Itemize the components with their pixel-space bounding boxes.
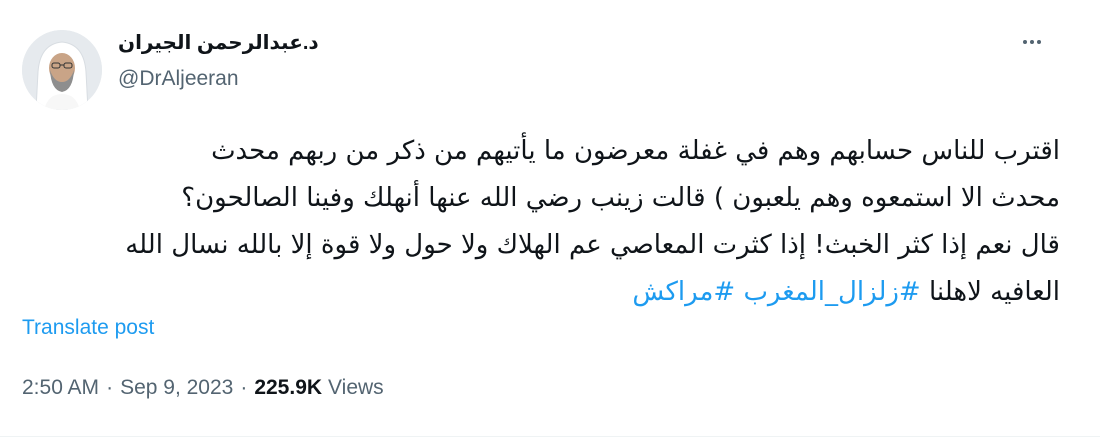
more-dot [1023, 40, 1027, 44]
author-handle[interactable]: @DrAljeeran [118, 67, 239, 91]
post-text: اقترب للناس حسابهم وهم في غفلة معرضون ما… [60, 128, 1060, 316]
post-text-line-with-hashtags: العافيه لاهلنا #زلزال_المغرب #مراكش [60, 269, 1060, 316]
hashtag-link[interactable]: #مراكش [632, 277, 735, 307]
divider [0, 436, 1100, 437]
more-horizontal-icon[interactable] [1015, 30, 1049, 54]
hashtag-link[interactable]: #زلزال_المغرب [743, 277, 920, 307]
post-text-line: قال نعم إذا كثر الخبث! إذا كثرت المعاصي … [125, 230, 1060, 260]
meta-separator: · [240, 376, 248, 399]
more-dot [1037, 40, 1041, 44]
tweet-card: د.عبدالرحمن الجيران @DrAljeeran اقترب لل… [0, 0, 1100, 440]
profile-avatar-image [22, 30, 102, 110]
post-time[interactable]: 2:50 AM [22, 376, 99, 400]
avatar[interactable] [22, 30, 102, 110]
more-dot [1030, 40, 1034, 44]
views-count[interactable]: 225.9K [254, 376, 322, 400]
translate-post-link[interactable]: Translate post [22, 316, 154, 340]
author-name[interactable]: د.عبدالرحمن الجيران [118, 30, 332, 55]
views-label: Views [328, 376, 384, 399]
post-meta: 2:50 AM · Sep 9, 2023 · 225.9K Views [22, 376, 384, 400]
post-text-line: العافيه لاهلنا [928, 277, 1060, 307]
post-date[interactable]: Sep 9, 2023 [120, 376, 233, 400]
post-text-line: اقترب للناس حسابهم وهم في غفلة معرضون ما… [211, 136, 1060, 166]
meta-separator: · [106, 376, 114, 399]
post-text-line: محدث الا استمعوه وهم يلعبون ) قالت زينب … [181, 183, 1060, 213]
